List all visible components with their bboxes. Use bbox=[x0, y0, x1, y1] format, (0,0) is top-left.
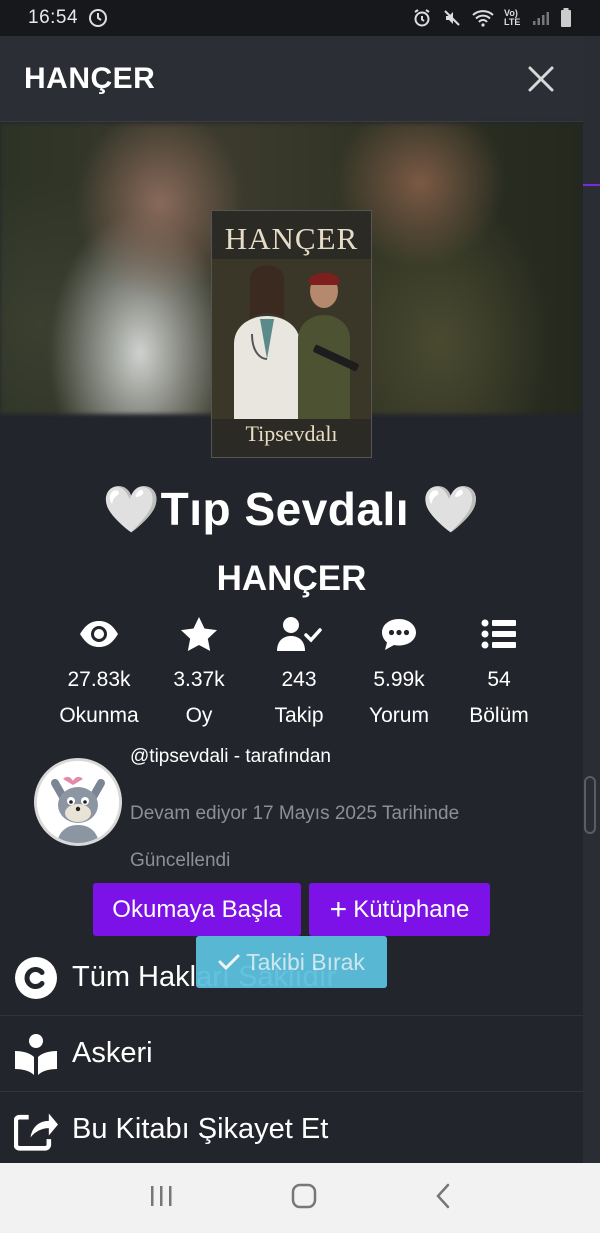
list-item-report[interactable]: Bu Kitabı Şikayet Et bbox=[0, 1092, 583, 1163]
add-to-library-button[interactable]: + Kütüphane bbox=[309, 883, 490, 936]
alarm-icon bbox=[412, 8, 432, 28]
stat-label: Oy bbox=[185, 704, 213, 727]
star-icon bbox=[180, 614, 218, 654]
library-button-label: Kütüphane bbox=[353, 895, 470, 923]
eye-icon bbox=[78, 614, 120, 654]
book-reader-icon bbox=[14, 1032, 58, 1076]
stat-value: 3.37k bbox=[173, 668, 225, 691]
comment-icon bbox=[380, 614, 418, 654]
plus-icon: + bbox=[329, 892, 348, 926]
close-button[interactable] bbox=[523, 61, 559, 97]
background-scroll-knob bbox=[584, 776, 596, 834]
stat-reads: 27.83k Okunma bbox=[54, 614, 144, 728]
start-reading-button[interactable]: Okumaya Başla bbox=[93, 883, 301, 936]
avatar[interactable] bbox=[34, 758, 122, 846]
status-bar: 16:54 Vo) LTE bbox=[0, 0, 600, 36]
stat-label: Bölüm bbox=[469, 704, 529, 727]
panel-header: HANÇER bbox=[0, 36, 583, 122]
avatar-cartoon-cat-icon bbox=[37, 761, 119, 843]
stat-value: 5.99k bbox=[373, 668, 425, 691]
book-detail-panel: HANÇER HANÇER Tipsevdalı 🤍Tıp Sevdalı 🤍 … bbox=[0, 36, 583, 1163]
app-root: 16:54 Vo) LTE HANÇER HANÇER Tipsevdalı 🤍… bbox=[0, 0, 600, 1233]
check-icon bbox=[218, 954, 240, 971]
recent-apps-button[interactable] bbox=[149, 1185, 173, 1212]
stat-comments: 5.99k Yorum bbox=[354, 614, 444, 728]
stat-value: 54 bbox=[487, 668, 511, 691]
stat-chapters: 54 Bölüm bbox=[454, 614, 544, 728]
book-cover[interactable]: HANÇER Tipsevdalı bbox=[211, 210, 372, 458]
home-button[interactable] bbox=[291, 1183, 317, 1214]
background-accent bbox=[583, 184, 600, 186]
stat-label: Yorum bbox=[369, 704, 429, 727]
book-title: HANÇER bbox=[216, 559, 367, 598]
status-icons: Vo) LTE bbox=[412, 8, 572, 28]
update-status: Devam ediyor 17 Mayıs 2025 Tarihinde Gün… bbox=[130, 803, 460, 871]
list-item-category[interactable]: Askeri bbox=[0, 1016, 583, 1092]
background-page-edge bbox=[583, 36, 600, 1163]
network-label: Vo) LTE bbox=[504, 8, 521, 27]
share-report-icon bbox=[14, 1108, 58, 1152]
stat-follows: 243 Takip bbox=[254, 614, 344, 728]
user-check-icon bbox=[276, 614, 322, 654]
stat-value: 27.83k bbox=[67, 668, 131, 691]
mute-icon bbox=[442, 8, 462, 28]
list-item-label: Askeri bbox=[72, 1037, 153, 1069]
author-display-name: 🤍Tıp Sevdalı 🤍 bbox=[102, 483, 481, 535]
panel-title: HANÇER bbox=[24, 61, 156, 95]
wifi-icon bbox=[472, 9, 494, 27]
back-button[interactable] bbox=[435, 1183, 451, 1214]
cover-title: HANÇER bbox=[224, 221, 359, 256]
cover-author: Tipsevdalı bbox=[245, 421, 338, 446]
close-icon bbox=[528, 66, 554, 91]
sync-icon bbox=[88, 8, 108, 28]
unfollow-button-label: Takibi Bırak bbox=[246, 948, 365, 975]
unfollow-button[interactable]: Takibi Bırak bbox=[196, 936, 387, 988]
signal-icon bbox=[532, 10, 550, 26]
stat-value: 243 bbox=[281, 668, 317, 691]
list-item-label: Bu Kitabı Şikayet Et bbox=[72, 1113, 329, 1145]
cover-illustration bbox=[212, 259, 371, 419]
copyright-icon bbox=[14, 956, 58, 1000]
battery-icon bbox=[560, 8, 572, 28]
author-handle[interactable]: @tipsevdali - tarafından bbox=[130, 746, 331, 768]
status-time: 16:54 bbox=[28, 7, 79, 28]
stat-label: Okunma bbox=[59, 704, 139, 727]
stat-votes: 3.37k Oy bbox=[154, 614, 244, 728]
book-stats: 27.83k Okunma 3.37k Oy 243 Takip 5.99k Y… bbox=[54, 614, 544, 728]
list-icon bbox=[481, 614, 517, 654]
stat-label: Takip bbox=[274, 704, 324, 727]
system-nav-bar bbox=[0, 1163, 600, 1233]
